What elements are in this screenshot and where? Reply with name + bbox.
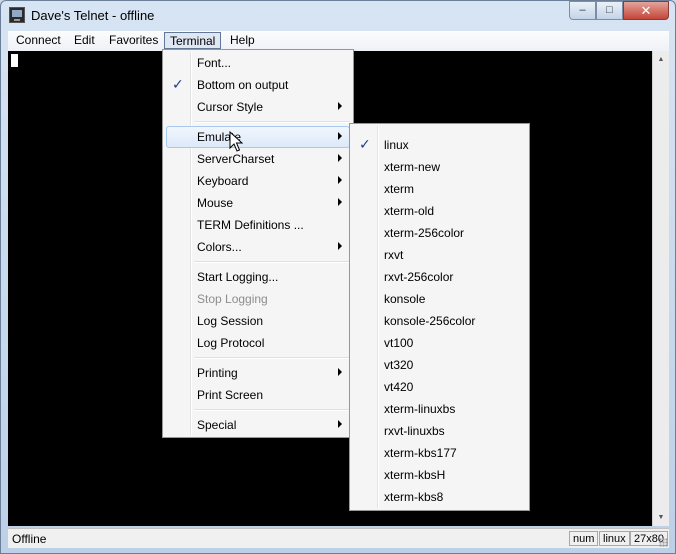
scroll-up-icon[interactable]: ▲ [653, 51, 669, 68]
scroll-down-icon[interactable]: ▼ [653, 509, 669, 526]
emulation-indicator: linux [599, 531, 630, 546]
menuitem-cursor-style[interactable]: Cursor Style [166, 96, 350, 118]
emulation-xterm-new[interactable]: xterm-new [353, 156, 526, 178]
menu-separator [194, 261, 350, 263]
menuitem-servercharset[interactable]: ServerCharset [166, 148, 350, 170]
emulation-xterm-old[interactable]: xterm-old [353, 200, 526, 222]
emulation-xterm-256color[interactable]: xterm-256color [353, 222, 526, 244]
emulation-xterm-linuxbs[interactable]: xterm-linuxbs [353, 398, 526, 420]
emulation-xterm-kbsh[interactable]: xterm-kbsH [353, 464, 526, 486]
submenu-arrow-icon [338, 368, 342, 376]
menuitem-bottom-on-output[interactable]: ✓ Bottom on output [166, 74, 350, 96]
submenu-arrow-icon [338, 102, 342, 110]
emulation-vt320[interactable]: vt320 [353, 354, 526, 376]
text-cursor [11, 54, 18, 67]
menuitem-keyboard[interactable]: Keyboard [166, 170, 350, 192]
emulation-rxvt[interactable]: rxvt [353, 244, 526, 266]
check-icon: ✓ [172, 76, 184, 92]
emulation-xterm[interactable]: xterm [353, 178, 526, 200]
menuitem-print-screen[interactable]: Print Screen [166, 384, 350, 406]
status-bar: Offline num linux 27x80 [8, 528, 669, 548]
menuitem-log-session[interactable]: Log Session [166, 310, 350, 332]
submenu-arrow-icon [338, 198, 342, 206]
menu-separator [194, 409, 350, 411]
emulate-submenu: ✓ linux xterm-new xterm xterm-old xterm-… [349, 123, 530, 511]
close-button[interactable]: ✕ [623, 1, 669, 20]
menu-edit[interactable]: Edit [69, 32, 100, 49]
mouse-pointer-icon [229, 131, 243, 152]
emulation-vt100[interactable]: vt100 [353, 332, 526, 354]
menu-separator [194, 121, 350, 123]
maximize-button[interactable]: □ [596, 1, 623, 20]
menu-help[interactable]: Help [225, 32, 260, 49]
emulation-vt420[interactable]: vt420 [353, 376, 526, 398]
terminal-app-icon[interactable] [9, 7, 25, 23]
submenu-arrow-icon [338, 132, 342, 140]
connection-status: Offline [12, 532, 47, 546]
emulation-rxvt-linuxbs[interactable]: rxvt-linuxbs [353, 420, 526, 442]
terminal-menu: Font... ✓ Bottom on output Cursor Style … [162, 49, 354, 438]
emulation-konsole-256color[interactable]: konsole-256color [353, 310, 526, 332]
menuitem-start-logging[interactable]: Start Logging... [166, 266, 350, 288]
submenu-arrow-icon [338, 420, 342, 428]
menuitem-emulate[interactable]: Emulate [166, 126, 350, 148]
menuitem-font[interactable]: Font... [166, 52, 350, 74]
title-bar[interactable]: Dave's Telnet - offline – □ ✕ [1, 1, 675, 31]
submenu-arrow-icon [338, 154, 342, 162]
menuitem-special[interactable]: Special [166, 414, 350, 436]
resize-grip-icon[interactable] [659, 538, 668, 547]
emulation-xterm-kbs177[interactable]: xterm-kbs177 [353, 442, 526, 464]
menu-connect[interactable]: Connect [11, 32, 66, 49]
menuitem-log-protocol[interactable]: Log Protocol [166, 332, 350, 354]
emulation-xterm-kbs8[interactable]: xterm-kbs8 [353, 486, 526, 508]
menu-favorites[interactable]: Favorites [104, 32, 163, 49]
numlock-indicator: num [569, 531, 599, 546]
caption-buttons: – □ ✕ [569, 1, 669, 20]
submenu-arrow-icon [338, 242, 342, 250]
menuitem-mouse[interactable]: Mouse [166, 192, 350, 214]
menu-terminal[interactable]: Terminal [164, 32, 222, 49]
window-title: Dave's Telnet - offline [31, 8, 155, 23]
vertical-scrollbar[interactable]: ▲ ▼ [652, 51, 669, 526]
check-icon: ✓ [359, 136, 371, 152]
submenu-arrow-icon [338, 176, 342, 184]
emulation-rxvt-256color[interactable]: rxvt-256color [353, 266, 526, 288]
menu-separator [194, 357, 350, 359]
menuitem-colors[interactable]: Colors... [166, 236, 350, 258]
menuitem-printing[interactable]: Printing [166, 362, 350, 384]
emulation-konsole[interactable]: konsole [353, 288, 526, 310]
emulation-linux[interactable]: ✓ linux [353, 134, 526, 156]
menuitem-stop-logging: Stop Logging [197, 292, 268, 306]
menuitem-term-definitions[interactable]: TERM Definitions ... [166, 214, 350, 236]
minimize-button[interactable]: – [569, 1, 596, 20]
